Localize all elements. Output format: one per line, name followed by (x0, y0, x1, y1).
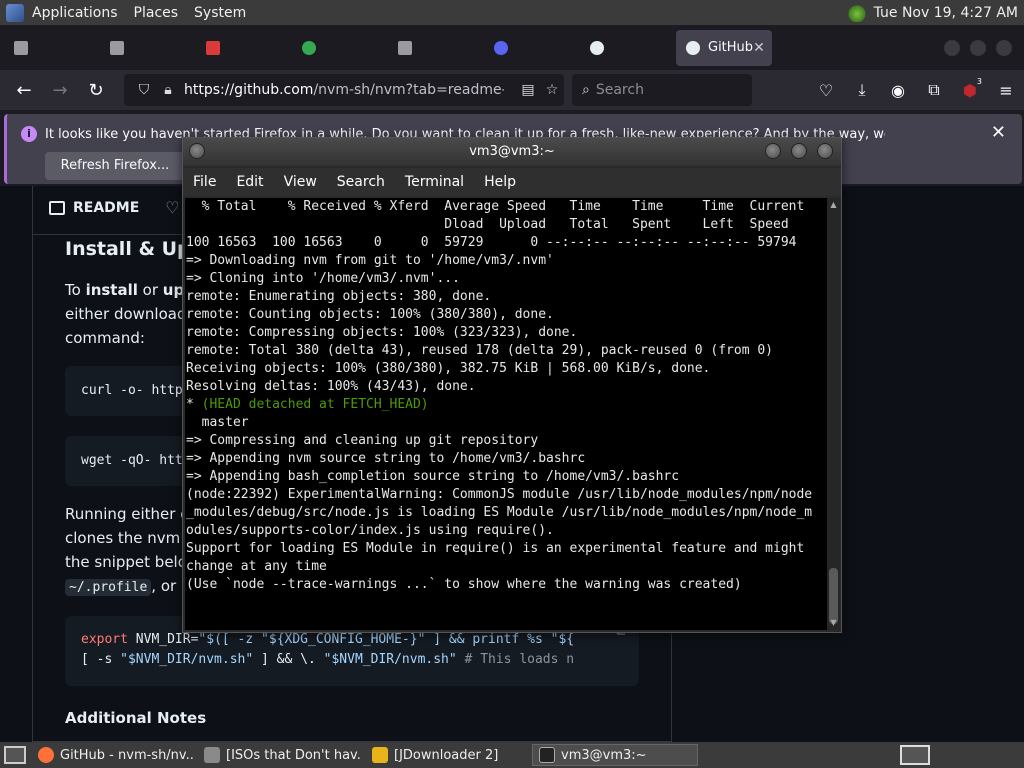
window-close-button[interactable] (996, 39, 1012, 56)
applications-menu-icon[interactable] (6, 3, 24, 22)
terminal-minimize-button[interactable] (765, 143, 781, 159)
scrollbar-thumb[interactable] (829, 568, 838, 624)
terminal-titlebar[interactable]: vm3@vm3:~ (183, 138, 841, 166)
bottom-taskbar: GitHub - nvm-sh/nv... [ISOs that Don't h… (0, 742, 1024, 768)
close-notification-icon[interactable]: ✕ (991, 122, 1006, 143)
running-paragraph-line: clones the nvm r (65, 529, 192, 547)
menu-system[interactable]: System (186, 5, 254, 21)
forward-button[interactable]: → (42, 74, 78, 106)
bookmark-star-icon[interactable]: ☆ (540, 82, 564, 98)
menu-places[interactable]: Places (126, 5, 187, 21)
heart-icon[interactable]: ♡ (165, 198, 179, 217)
install-paragraph-line: To install or upd (65, 281, 195, 299)
menu-applications[interactable]: Applications (24, 5, 126, 21)
terminal-menu-file[interactable]: File (183, 174, 226, 190)
taskbar-item-files[interactable]: [ISOs that Don't hav... (198, 744, 362, 766)
terminal-menu-help[interactable]: Help (474, 174, 526, 190)
github-icon (686, 40, 700, 55)
running-paragraph-line: Running either o (65, 505, 190, 523)
scroll-down-icon[interactable]: ▼ (828, 618, 839, 628)
pocket-icon[interactable]: ♡ (808, 81, 844, 100)
show-desktop-button[interactable] (4, 746, 26, 764)
close-tab-icon[interactable]: ✕ (753, 40, 765, 56)
top-panel: Applications Places System Tue Nov 19, 4… (0, 0, 1024, 25)
info-icon: i (21, 126, 37, 142)
taskbar-item-firefox[interactable]: GitHub - nvm-sh/nv... (32, 744, 194, 766)
tab-favicon-icon (398, 40, 412, 55)
book-icon (49, 200, 65, 215)
lock-icon[interactable]: 🔒︎ (156, 82, 180, 98)
running-paragraph-line: the snippet belov (65, 553, 196, 571)
ublock-icon[interactable]: ⬢ 3 (952, 77, 988, 100)
tab-favicon-icon (494, 40, 508, 55)
browser-tab-5[interactable] (388, 30, 480, 66)
terminal-maximize-button[interactable] (791, 143, 807, 159)
account-icon[interactable]: ◉ (880, 81, 916, 100)
taskbar-item-jdownloader[interactable]: [JDownloader 2] (366, 744, 528, 766)
ublock-badge: 3 (976, 76, 982, 86)
running-paragraph-line: ~/.profile, or (65, 574, 176, 600)
install-paragraph-line: either download (65, 305, 187, 323)
terminal-menu-view[interactable]: View (274, 174, 327, 190)
workspace-switcher[interactable] (900, 745, 930, 765)
navigation-bar: ← → ↻ ⛉ 🔒︎ https://github.com/nvm-sh/nvm… (0, 70, 1024, 110)
browser-tab-3[interactable] (196, 30, 288, 66)
back-button[interactable]: ← (6, 74, 42, 106)
terminal-menu-edit[interactable]: Edit (226, 174, 273, 190)
terminal-window[interactable]: vm3@vm3:~ File Edit View Search Terminal… (182, 137, 842, 633)
clock[interactable]: Tue Nov 19, 4:27 AM (874, 5, 1018, 21)
firefox-icon (38, 747, 54, 763)
terminal-menu-button[interactable] (189, 143, 205, 159)
shield-icon[interactable]: ⛉ (132, 82, 156, 98)
browser-tab-active[interactable]: GitHub ✕ (676, 29, 772, 66)
terminal-menubar: File Edit View Search Terminal Help (183, 168, 841, 196)
window-minimize-button[interactable] (944, 39, 960, 56)
taskbar-item-terminal[interactable]: vm3@vm3:~ (532, 744, 698, 766)
menu-hamburger-icon[interactable]: ≡ (988, 81, 1024, 100)
install-paragraph-line: command: (65, 329, 145, 347)
terminal-close-button[interactable] (817, 143, 833, 159)
tab-favicon-icon (302, 40, 316, 55)
readme-tab[interactable]: README ♡ (49, 198, 180, 217)
github-icon (590, 40, 604, 55)
downloads-icon[interactable]: ⤓ (844, 80, 880, 100)
terminal-scrollbar[interactable]: ▲ ▼ (827, 198, 840, 630)
tab-strip: GitHub ✕ (0, 25, 1024, 70)
network-tray-icon[interactable] (845, 3, 868, 22)
search-icon: ⌕ (582, 82, 590, 98)
url-text[interactable]: https://github.com/nvm-sh/nvm?tab=readme… (184, 82, 504, 98)
extensions-icon[interactable]: ⧉ (916, 80, 952, 100)
additional-notes-heading: Additional Notes (65, 709, 207, 727)
terminal-menu-search[interactable]: Search (327, 174, 395, 190)
url-bar[interactable]: ⛉ 🔒︎ https://github.com/nvm-sh/nvm?tab=r… (124, 74, 564, 106)
terminal-menu-terminal[interactable]: Terminal (395, 174, 474, 190)
browser-tab-2[interactable] (100, 30, 192, 66)
scroll-up-icon[interactable]: ▲ (828, 200, 839, 210)
tab-favicon-icon (110, 40, 124, 55)
jdownloader-icon (372, 747, 388, 763)
terminal-icon (539, 747, 555, 763)
refresh-firefox-button[interactable]: Refresh Firefox... (45, 152, 185, 180)
browser-tab-4[interactable] (292, 30, 384, 66)
reload-button[interactable]: ↻ (78, 74, 114, 106)
browser-tab-7[interactable] (580, 30, 672, 66)
search-input[interactable]: ⌕ Search (572, 74, 752, 106)
folder-icon (204, 747, 220, 763)
browser-tab-1[interactable] (4, 30, 96, 66)
tab-favicon-icon (206, 40, 220, 55)
window-maximize-button[interactable] (970, 39, 986, 56)
browser-tab-6[interactable] (484, 30, 576, 66)
reader-view-icon[interactable]: ▤ (516, 82, 540, 98)
terminal-output[interactable]: % Total % Received % Xferd Average Speed… (185, 198, 827, 630)
tab-favicon-icon (14, 40, 28, 55)
